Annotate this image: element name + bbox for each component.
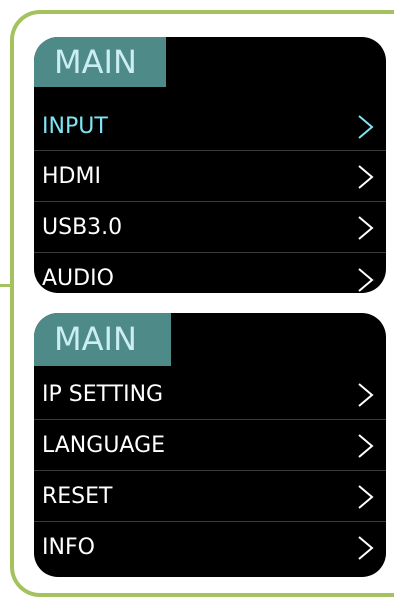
chevron-right-icon [354, 382, 376, 408]
menu-item-label: AUDIO [42, 266, 114, 291]
menu-item-hdmi[interactable]: HDMI [34, 152, 386, 202]
menu-item-label: HDMI [42, 164, 101, 189]
chevron-right-icon [354, 164, 376, 190]
chevron-right-icon [354, 267, 376, 293]
menu-item-ip-setting[interactable]: IP SETTING [34, 370, 386, 420]
menu-item-label: IP SETTING [42, 382, 164, 407]
menu-item-language[interactable]: LANGUAGE [34, 421, 386, 471]
main-menu-panel-2: MAIN IP SETTING LANGUAGE RESET INFO [34, 313, 386, 577]
menu-item-label: INPUT [42, 114, 108, 139]
menu-title: MAIN [34, 37, 166, 87]
menu-item-label: INFO [42, 535, 95, 560]
frame-tick [0, 284, 14, 287]
menu-item-audio[interactable]: AUDIO [34, 254, 386, 293]
main-menu-panel-1: MAIN INPUT HDMI USB3.0 AUDIO [34, 37, 386, 293]
chevron-right-icon [354, 433, 376, 459]
menu-item-usb3[interactable]: USB3.0 [34, 203, 386, 253]
chevron-right-icon [354, 535, 376, 561]
chevron-right-icon [354, 114, 376, 140]
menu-item-reset[interactable]: RESET [34, 472, 386, 522]
menu-item-input[interactable]: INPUT [34, 103, 386, 151]
menu-item-info[interactable]: INFO [34, 523, 386, 573]
menu-item-label: USB3.0 [42, 215, 123, 240]
chevron-right-icon [354, 215, 376, 241]
menu-title: MAIN [34, 313, 171, 366]
chevron-right-icon [354, 484, 376, 510]
menu-item-label: LANGUAGE [42, 433, 166, 458]
menu-item-label: RESET [42, 484, 113, 509]
